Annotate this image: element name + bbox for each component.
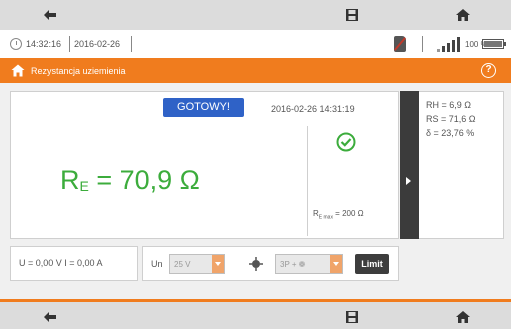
result-panel: GOTOWY! 2016-02-26 14:31:19 RE = 70,9 Ω … (10, 91, 399, 239)
title-bar: Rezystancja uziemienia ? (0, 58, 511, 83)
side-value-rh: RH = 6,9 Ω (426, 100, 471, 110)
back-button[interactable] (20, 302, 80, 329)
home-button[interactable] (433, 0, 493, 30)
home-button[interactable] (433, 302, 493, 329)
expand-arrow-icon (406, 177, 411, 185)
rmax-value: = 200 Ω (332, 209, 364, 218)
divider (307, 126, 308, 236)
home-icon (456, 311, 470, 323)
divider (69, 36, 70, 52)
limit-button[interactable]: Limit (355, 254, 389, 274)
main-result: RE = 70,9 Ω (60, 165, 200, 196)
measurement-settings: Un 25 V 3P + ❁ Limit (142, 246, 399, 281)
battery-icon (482, 39, 506, 49)
home-icon (456, 9, 470, 21)
save-button[interactable] (322, 0, 382, 30)
main-content: GOTOWY! 2016-02-26 14:31:19 RE = 70,9 Ω … (0, 83, 511, 299)
method-select-value: 3P + ❁ (280, 260, 306, 269)
side-value-rs: RS = 71,6 Ω (426, 114, 476, 124)
top-nav-bar (0, 0, 511, 30)
max-resistance-limit: RE max = 200 Ω (313, 209, 364, 221)
sd-card-missing-icon (394, 36, 406, 52)
status-badge: GOTOWY! (163, 98, 244, 117)
probe-icon (249, 257, 263, 271)
status-date: 2016-02-26 (74, 39, 121, 49)
un-label: Un (151, 259, 163, 269)
result-value: = 70,9 Ω (88, 165, 200, 195)
voltage-current-readout: U = 0,00 V I = 0,00 A (10, 246, 138, 281)
arrow-left-icon (44, 312, 56, 322)
voltage-select-value: 25 V (174, 260, 191, 269)
chevron-down-icon[interactable] (212, 255, 224, 273)
result-subscript: E (79, 178, 89, 194)
method-select[interactable]: 3P + ❁ (275, 254, 343, 274)
bottom-nav-bar (0, 299, 511, 329)
status-bar: 14:32:16 2016-02-26 100 % (0, 30, 511, 58)
page-title: Rezystancja uziemienia (31, 66, 126, 76)
save-button[interactable] (322, 302, 382, 329)
save-icon (346, 311, 358, 323)
home-icon[interactable] (11, 64, 25, 77)
clock-icon (10, 38, 22, 50)
rmax-subscript: E max (318, 214, 333, 221)
voltage-select[interactable]: 25 V (169, 254, 225, 274)
check-ok-icon (336, 132, 356, 152)
signal-strength-icon (437, 36, 463, 52)
measurement-timestamp: 2016-02-26 14:31:19 (271, 104, 355, 114)
divider (131, 36, 132, 52)
chevron-down-icon[interactable] (330, 255, 342, 273)
help-icon[interactable]: ? (481, 63, 496, 78)
back-button[interactable] (20, 0, 80, 30)
save-icon (346, 9, 358, 21)
result-symbol: R (60, 165, 80, 195)
side-value-delta: δ = 23,76 % (426, 128, 475, 138)
status-time: 14:32:16 (26, 39, 62, 49)
side-panel-toggle[interactable] (400, 91, 419, 239)
divider (422, 36, 423, 52)
arrow-left-icon (44, 10, 56, 20)
